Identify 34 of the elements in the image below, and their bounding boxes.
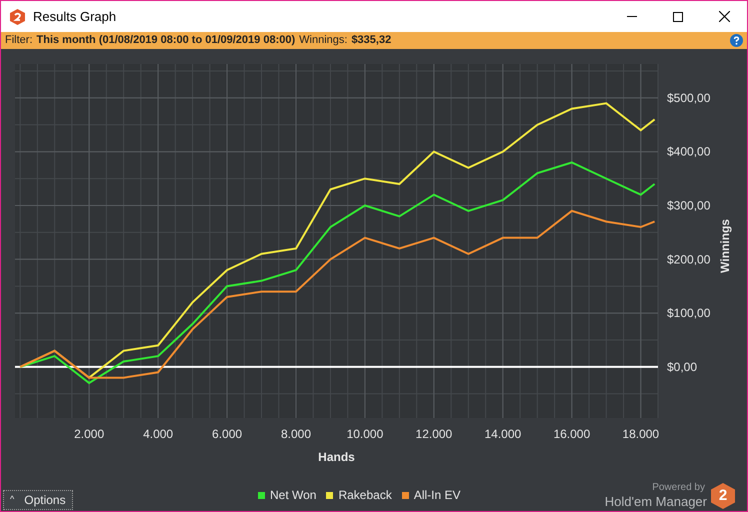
close-icon xyxy=(718,11,730,22)
y-tick-label: $400,00 xyxy=(667,144,710,159)
y-tick-label: $300,00 xyxy=(667,198,710,212)
legend-label: All-In EV xyxy=(414,487,461,504)
x-tick-label: 4.000 xyxy=(143,427,174,441)
legend-label: Rakeback xyxy=(338,487,392,504)
legend-label: Net Won xyxy=(270,487,316,504)
product-name: Hold'em Manager xyxy=(604,494,707,509)
winnings-value: $335,32 xyxy=(351,33,392,48)
app-logo-icon xyxy=(10,8,25,24)
product-logo: 2 xyxy=(711,483,735,509)
x-tick-label: 10.000 xyxy=(346,427,384,441)
y-tick-label: $500,00 xyxy=(667,90,710,105)
minimize-icon xyxy=(627,16,637,17)
y-tick-label: $0,00 xyxy=(667,360,698,374)
x-tick-label: 14.000 xyxy=(484,427,522,441)
y-axis-title: Winnings xyxy=(718,219,732,273)
winnings-label: Winnings: xyxy=(299,33,348,48)
help-icon[interactable] xyxy=(730,34,743,47)
filter-label: Filter: xyxy=(5,33,32,48)
y-tick-label: $200,00 xyxy=(667,252,710,266)
x-tick-label: 8.000 xyxy=(280,427,311,441)
options-button[interactable]: ^ Options xyxy=(3,490,73,510)
x-axis-title: Hands xyxy=(318,450,355,464)
maximize-icon xyxy=(673,12,683,22)
window-title: Results Graph xyxy=(33,8,116,26)
x-tick-label: 12.000 xyxy=(416,427,452,441)
x-tick-label: 6.000 xyxy=(212,427,242,441)
x-tick-label: 2.000 xyxy=(74,427,104,441)
powered-by-text: Powered by xyxy=(652,482,705,494)
x-tick-label: 18.000 xyxy=(622,427,660,441)
x-tick-label: 16.000 xyxy=(553,427,590,441)
y-tick-label: $100,00 xyxy=(667,306,710,320)
filter-value: This month (01/08/2019 08:00 to 01/09/2019 08:00) xyxy=(36,33,296,48)
